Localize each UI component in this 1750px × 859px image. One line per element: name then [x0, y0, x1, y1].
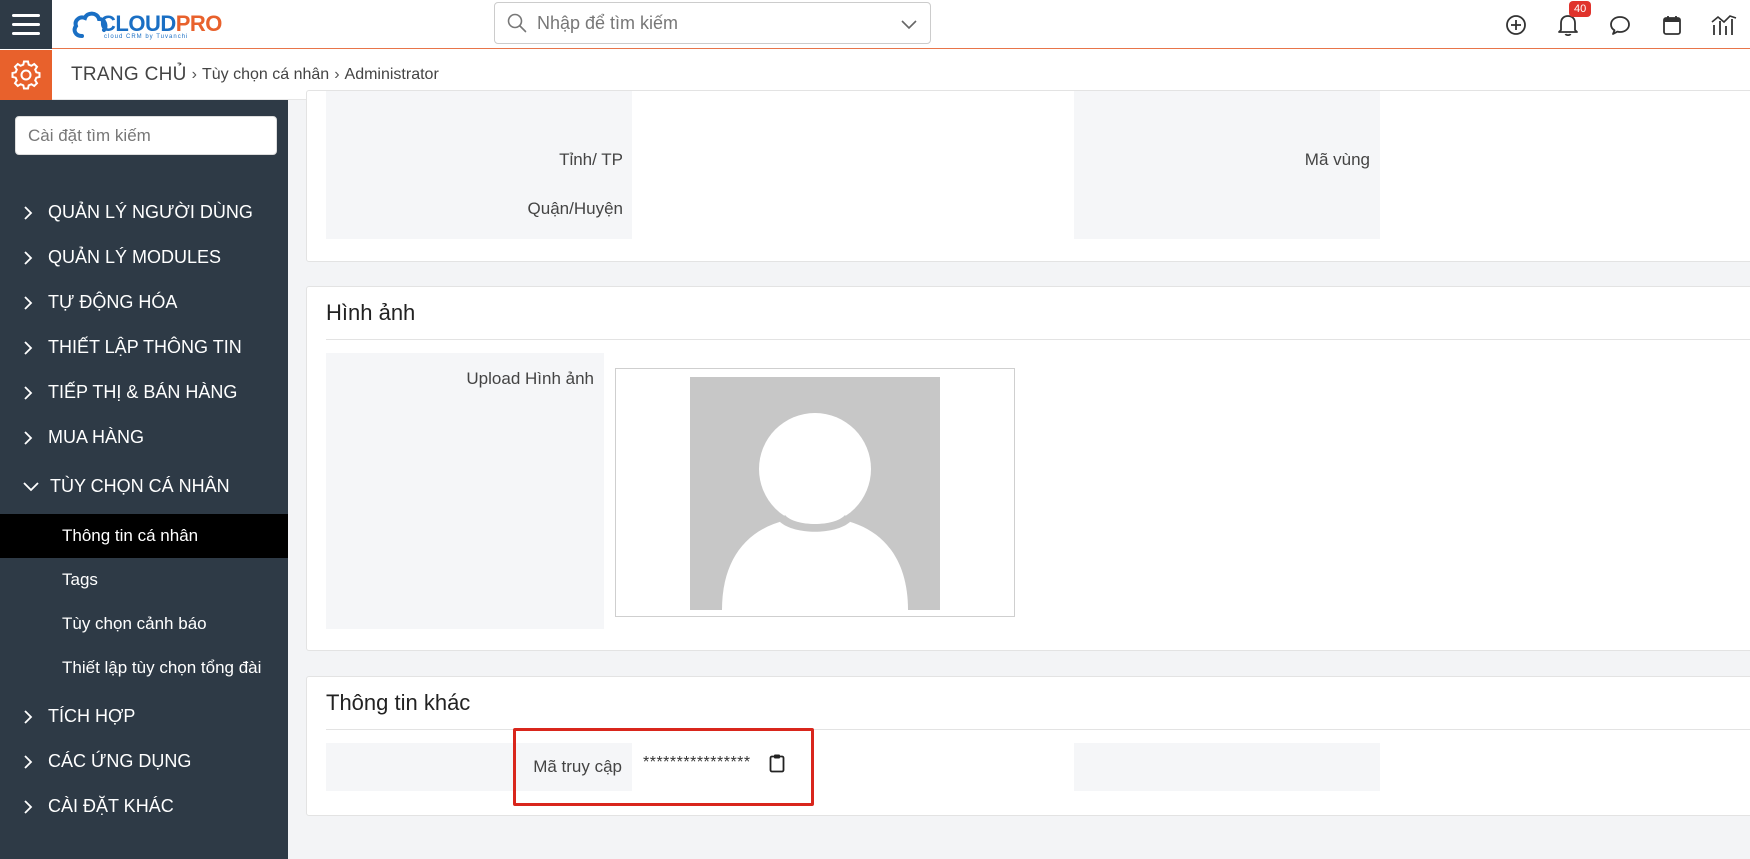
breadcrumb-home[interactable]: TRANG CHỦ	[71, 64, 187, 86]
image-panel: Hình ảnh Upload Hình ảnh	[306, 286, 1750, 651]
logo-tagline: cloud CRM by Tuvanchi	[104, 34, 189, 40]
settings-menu: QUẢN LÝ NGƯỜI DÙNG QUẢN LÝ MODULES TỰ ĐỘ…	[0, 190, 288, 829]
chat-icon	[1610, 15, 1630, 35]
sidebar-item-label: CÀI ĐẶT KHÁC	[48, 796, 174, 816]
settings-search-input[interactable]	[15, 116, 277, 155]
sidebar-item-label: TÙY CHỌN CÁ NHÂN	[50, 475, 230, 496]
area-code-label: Mã vùng	[1304, 150, 1370, 169]
chevron-right-icon	[22, 799, 36, 815]
chevron-right-icon	[22, 385, 36, 401]
divider	[326, 339, 1750, 340]
avatar-placeholder	[690, 377, 940, 610]
notification-badge: 40	[1569, 1, 1592, 17]
address-panel: Tỉnh/ TP Quận/Huyện Mã vùng	[306, 90, 1750, 262]
chevron-right-icon	[22, 709, 36, 725]
sidebar-item-label: QUẢN LÝ MODULES	[48, 247, 222, 267]
sidebar-item-automation[interactable]: TỰ ĐỘNG HÓA	[0, 280, 288, 325]
sidebar-item-label: MUA HÀNG	[48, 427, 145, 447]
sidebar-subitem-label: Tags	[62, 570, 98, 589]
sidebar-subitem-label: Thông tin cá nhân	[62, 526, 199, 545]
sidebar-item-label: CÁC ỨNG DỤNG	[48, 751, 192, 771]
other-info-panel-title: Thông tin khác	[326, 690, 471, 715]
global-search-input[interactable]	[537, 12, 877, 34]
sidebar-item-label: TỰ ĐỘNG HÓA	[48, 292, 178, 312]
sidebar-subitem-tags[interactable]: Tags	[0, 558, 288, 602]
report-icon	[1711, 14, 1737, 35]
sidebar-subitem-label: Tùy chọn cảnh báo	[62, 614, 207, 633]
settings-button[interactable]	[0, 50, 52, 100]
calendar-icon	[1663, 15, 1681, 35]
upload-label-cell	[326, 353, 604, 629]
sidebar-item-modules[interactable]: QUẢN LÝ MODULES	[0, 235, 288, 280]
district-label: Quận/Huyện	[527, 199, 623, 218]
sidebar-item-label: QUẢN LÝ NGƯỜI DÙNG	[48, 202, 253, 222]
province-label: Tỉnh/ TP	[559, 150, 623, 169]
sidebar-item-purchasing[interactable]: MUA HÀNG	[0, 415, 288, 460]
image-panel-title: Hình ảnh	[326, 300, 416, 325]
sidebar-item-other-settings[interactable]: CÀI ĐẶT KHÁC	[0, 784, 288, 829]
chevron-down-icon	[22, 480, 40, 492]
chevron-down-icon[interactable]	[900, 15, 918, 33]
upload-image-label: Upload Hình ảnh	[466, 369, 594, 388]
top-bar: CLOUDPRO cloud CRM by Tuvanchi 40	[0, 0, 1750, 49]
cloud-logo-icon	[72, 11, 108, 38]
app-logo[interactable]: CLOUDPRO cloud CRM by Tuvanchi	[72, 6, 222, 42]
sidebar-item-info-setup[interactable]: THIẾT LẬP THÔNG TIN	[0, 325, 288, 370]
gear-icon	[11, 60, 41, 90]
settings-sidebar: QUẢN LÝ NGƯỜI DÙNG QUẢN LÝ MODULES TỰ ĐỘ…	[0, 100, 288, 859]
breadcrumb-level2: Administrator	[344, 66, 439, 83]
main-content: Tỉnh/ TP Quận/Huyện Mã vùng Hình ảnh Upl…	[288, 90, 1750, 859]
sidebar-item-applications[interactable]: CÁC ỨNG DỤNG	[0, 739, 288, 784]
avatar-upload-area[interactable]	[615, 368, 1015, 617]
add-button[interactable]	[1490, 0, 1542, 49]
sidebar-subitem-personal-info[interactable]: Thông tin cá nhân	[0, 514, 288, 558]
sidebar-item-integration[interactable]: TÍCH HỢP	[0, 694, 288, 739]
chevron-right-icon	[22, 754, 36, 770]
search-icon	[507, 13, 527, 33]
sidebar-item-label: TIẾP THỊ & BÁN HÀNG	[48, 382, 238, 402]
sidebar-subitem-alert-options[interactable]: Tùy chọn cảnh báo	[0, 602, 288, 646]
chevron-right-icon	[22, 430, 36, 446]
sidebar-item-marketing-sales[interactable]: TIẾP THỊ & BÁN HÀNG	[0, 370, 288, 415]
notifications-button[interactable]: 40	[1542, 0, 1594, 49]
chevron-right-icon	[22, 340, 36, 356]
calendar-button[interactable]	[1646, 0, 1698, 49]
chevron-right-icon	[22, 295, 36, 311]
global-search[interactable]	[494, 2, 931, 44]
user-silhouette-icon	[722, 413, 908, 610]
sidebar-item-personal-options[interactable]: TÙY CHỌN CÁ NHÂN	[0, 460, 288, 512]
chevron-right-icon	[22, 250, 36, 266]
sidebar-subitem-pbx-options[interactable]: Thiết lập tùy chọn tổng đài	[0, 646, 288, 690]
chevron-right-icon: ›	[191, 66, 197, 83]
add-icon	[1506, 14, 1526, 35]
access-key-highlight	[513, 728, 814, 806]
sidebar-item-label: TÍCH HỢP	[48, 706, 136, 726]
empty-label-cell	[1074, 743, 1380, 791]
breadcrumb-level1[interactable]: Tùy chọn cá nhân	[202, 66, 329, 84]
chevron-right-icon: ›	[334, 66, 340, 83]
reports-button[interactable]	[1698, 0, 1750, 49]
sidebar-item-label: THIẾT LẬP THÔNG TIN	[48, 337, 242, 357]
header-actions: 40	[1490, 0, 1750, 49]
chat-button[interactable]	[1594, 0, 1646, 49]
sidebar-item-user-management[interactable]: QUẢN LÝ NGƯỜI DÙNG	[0, 190, 288, 235]
chevron-right-icon	[22, 205, 36, 221]
sidebar-subitem-label: Thiết lập tùy chọn tổng đài	[62, 658, 262, 677]
hamburger-menu-icon[interactable]	[0, 0, 52, 49]
